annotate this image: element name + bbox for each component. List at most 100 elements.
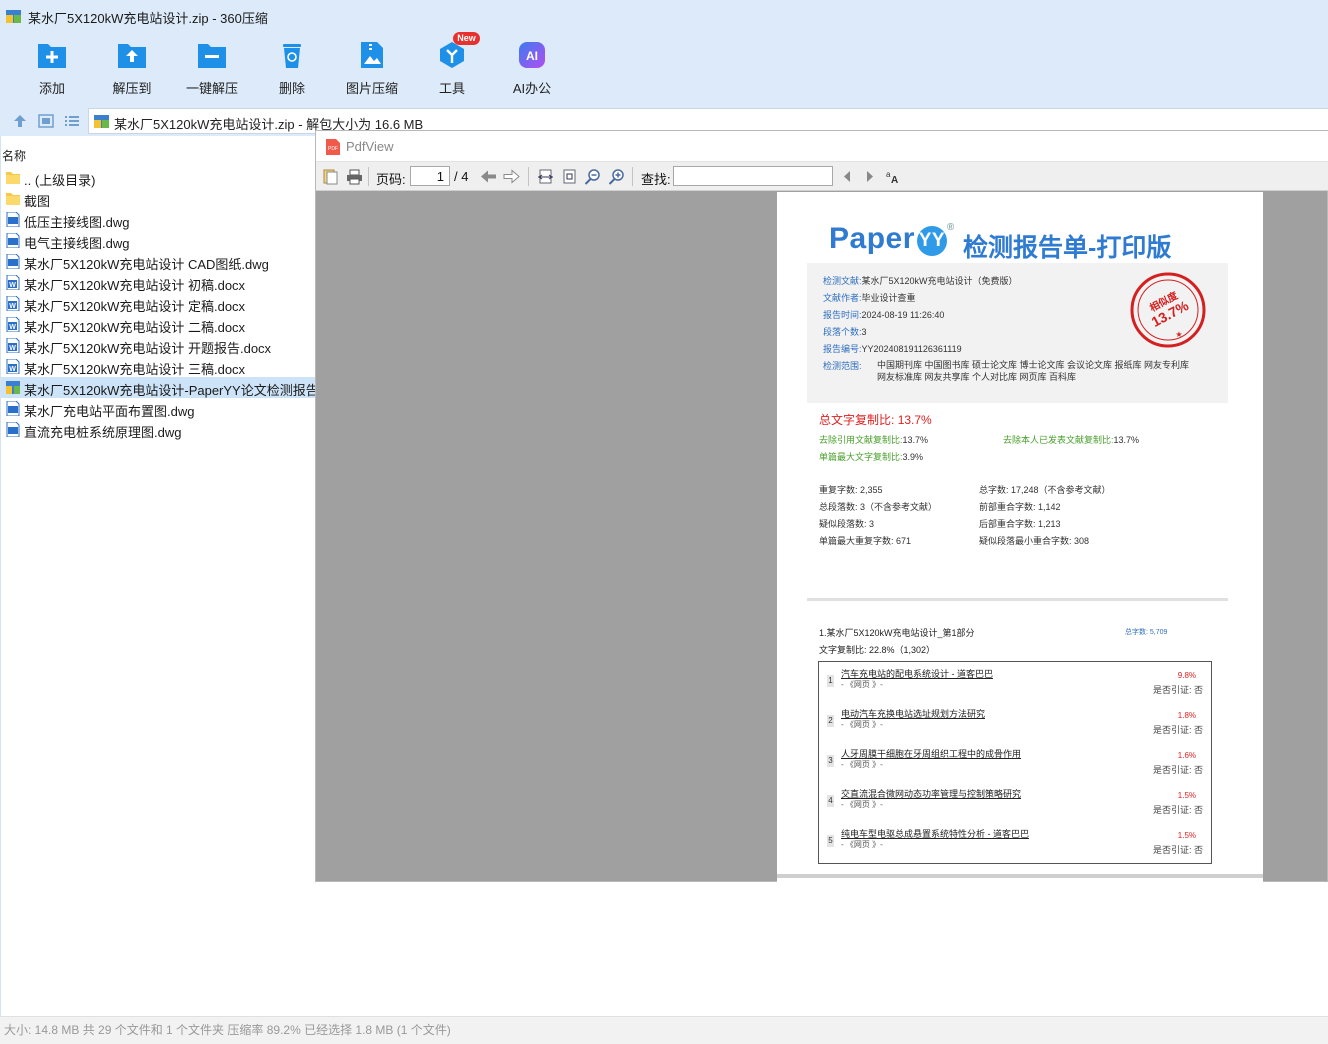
file-name: 某水厂5X120kW充电站设计 三稿.docx [24, 362, 246, 377]
word-file-icon: W [6, 358, 20, 375]
file-name: 某水厂5X120kW充电站设计 CAD图纸.dwg [24, 257, 269, 272]
file-row[interactable]: 某水厂5X120kW充电站设计-PaperYY论文检测报告.zip [1, 377, 316, 398]
file-name: 直流充电桩系统原理图.dwg [24, 425, 182, 440]
new-badge: New [453, 32, 480, 45]
find-next-icon[interactable] [861, 168, 878, 185]
stat-min-overlap: 疑似段落最小重合字数: 308 [979, 536, 1090, 546]
extract-to-icon [118, 44, 146, 68]
page-number-input[interactable] [410, 166, 450, 186]
page-label: 页码: [376, 172, 406, 187]
toolbar-separator [368, 167, 369, 186]
match-case-icon[interactable]: a A [885, 168, 902, 185]
svg-text:AI: AI [526, 49, 538, 63]
dwg-file-icon [6, 211, 20, 228]
dwg-file-icon [6, 421, 20, 438]
svg-text:W: W [9, 366, 16, 373]
previous-page-icon[interactable] [480, 168, 497, 185]
find-label: 查找: [641, 172, 671, 187]
stat-total-paragraphs: 总段落数: 3（不含参考文献） [819, 502, 938, 512]
file-list: 名称 .. (上级目录) 截图 低压主接线图.dwg 电气主接线图.dwg 某水厂5X1… [0, 136, 316, 1016]
zip-file-icon [94, 115, 109, 128]
pdf-page: Paper YY® 检测报告单-打印版 检测文献:某水厂5X120kW充电站设计（… [777, 192, 1263, 882]
info-row-report-id: 报告编号:YY202408191126361119 [823, 344, 962, 354]
open-file-icon[interactable] [322, 168, 339, 185]
file-name: 某水厂5X120kW充电站设计 开题报告.docx [24, 341, 272, 356]
file-name: 某水厂5X120kW充电站设计-PaperYY论文检测报告.zip [24, 383, 316, 398]
add-button[interactable]: 添加 [17, 34, 87, 98]
section-char-count: 总字数: 5,709 [1125, 629, 1168, 636]
file-name: 某水厂5X120kW充电站设计 定稿.docx [24, 299, 246, 314]
file-row[interactable]: W 某水厂5X120kW充电站设计 三稿.docx [1, 356, 316, 377]
word-file-icon: W [6, 316, 20, 333]
next-page-edge [777, 874, 1263, 878]
delete-button-label: 删除 [278, 81, 305, 96]
info-row-paragraphs: 段落个数:3 [823, 327, 867, 337]
toolbar-separator [632, 167, 633, 186]
section-copy-ratio: 文字复制比: 22.8%（1,302） [819, 645, 936, 655]
image-compress-icon [361, 42, 383, 68]
add-icon [38, 44, 66, 68]
similar-sources-box: 1 汽车充电站的配电系统设计 - 道客巴巴 - 《网页 》- 9.8% 是否引证… [818, 661, 1212, 864]
column-header-name[interactable]: 名称 [2, 147, 26, 164]
svg-text:★: ★ [1175, 330, 1182, 339]
one-click-extract-button[interactable]: 一键解压 [177, 34, 247, 98]
file-row[interactable]: W 某水厂5X120kW充电站设计 定稿.docx [1, 293, 316, 314]
file-row[interactable]: .. (上级目录) [1, 167, 316, 188]
extract-to-button[interactable]: 解压到 [97, 34, 167, 98]
info-row-document: 检测文献:某水厂5X120kW充电站设计（免费版） [823, 276, 1018, 286]
find-previous-icon[interactable] [839, 168, 856, 185]
pdf-toolbar: 页码: / 4 查找: a A [316, 162, 1328, 191]
section-divider [807, 598, 1228, 601]
folder-icon [6, 170, 20, 185]
tools-button-label: 工具 [438, 81, 465, 96]
delete-button[interactable]: 删除 [257, 34, 327, 98]
find-input[interactable] [673, 166, 833, 186]
thumbnail-view-icon[interactable] [38, 114, 54, 128]
stat-total-chars: 总字数: 17,248（不含参考文献） [979, 485, 1111, 495]
file-row[interactable]: 电气主接线图.dwg [1, 230, 316, 251]
svg-text:W: W [9, 345, 16, 352]
file-row[interactable]: 直流充电桩系统原理图.dwg [1, 419, 316, 440]
file-row[interactable]: 某水厂5X120kW充电站设计 CAD图纸.dwg [1, 251, 316, 272]
stat-suspect-paragraphs: 疑似段落数: 3 [819, 519, 875, 529]
up-arrow-icon[interactable] [12, 114, 28, 128]
zoom-out-icon[interactable] [584, 168, 601, 185]
dwg-file-icon [6, 400, 20, 417]
file-name: 某水厂5X120kW充电站设计 二稿.docx [24, 320, 246, 335]
excl-self-ratio: 去除本人已发表文献复制比:13.7% [1003, 435, 1140, 445]
file-row[interactable]: W 某水厂5X120kW充电站设计 初稿.docx [1, 272, 316, 293]
fit-page-icon[interactable] [561, 168, 578, 185]
pdf-viewer-titlebar: PDF PdfView [316, 131, 1328, 162]
source-item: 4 交直流混合微网动态功率管理与控制策略研究 - 《网页 》- 1.5% 是否引… [827, 789, 1203, 815]
one-click-extract-icon [198, 44, 226, 68]
file-row[interactable]: 低压主接线图.dwg [1, 209, 316, 230]
ai-office-button[interactable]: AI AI办公 [497, 34, 567, 98]
image-compress-button[interactable]: 图片压缩 [337, 34, 407, 98]
pdf-viewer-title: PdfView [346, 139, 394, 154]
word-file-icon: W [6, 274, 20, 291]
excl-ref-ratio: 去除引用文献复制比:13.7% [819, 435, 929, 445]
one-click-extract-button-label: 一键解压 [185, 81, 238, 96]
zoom-in-icon[interactable] [608, 168, 625, 185]
file-name: .. (上级目录) [24, 173, 96, 188]
info-row-author: 文献作者:毕业设计查重 [823, 293, 916, 303]
file-row[interactable]: W 某水厂5X120kW充电站设计 开题报告.docx [1, 335, 316, 356]
brand-registered-mark: ® [946, 222, 955, 233]
source-item: 1 汽车充电站的配电系统设计 - 道客巴巴 - 《网页 》- 9.8% 是否引证… [827, 669, 1203, 695]
list-view-icon[interactable] [64, 114, 80, 128]
source-item: 5 纯电车型电驱总成悬置系统特性分析 - 道客巴巴 - 《网页 》- 1.5% … [827, 829, 1203, 855]
status-bar: 大小: 14.8 MB 共 29 个文件和 1 个文件夹 压缩率 89.2% 已… [0, 1016, 1328, 1044]
pdf-logo-icon: PDF [326, 139, 340, 155]
file-row[interactable]: 截图 [1, 188, 316, 209]
print-icon[interactable] [346, 168, 363, 185]
file-name: 电气主接线图.dwg [24, 236, 130, 251]
brand-yy: YY [916, 226, 947, 256]
file-row[interactable]: 某水厂充电站平面布置图.dwg [1, 398, 316, 419]
delete-icon [283, 44, 301, 68]
pdf-viewer-window: PDF PdfView 页码: / 4 [315, 130, 1328, 882]
report-info-box: 检测文献:某水厂5X120kW充电站设计（免费版） 文献作者:毕业设计查重 报告… [807, 263, 1228, 403]
next-page-icon[interactable] [503, 168, 520, 185]
file-name: 某水厂充电站平面布置图.dwg [24, 404, 195, 419]
fit-width-icon[interactable] [537, 168, 554, 185]
file-row[interactable]: W 某水厂5X120kW充电站设计 二稿.docx [1, 314, 316, 335]
